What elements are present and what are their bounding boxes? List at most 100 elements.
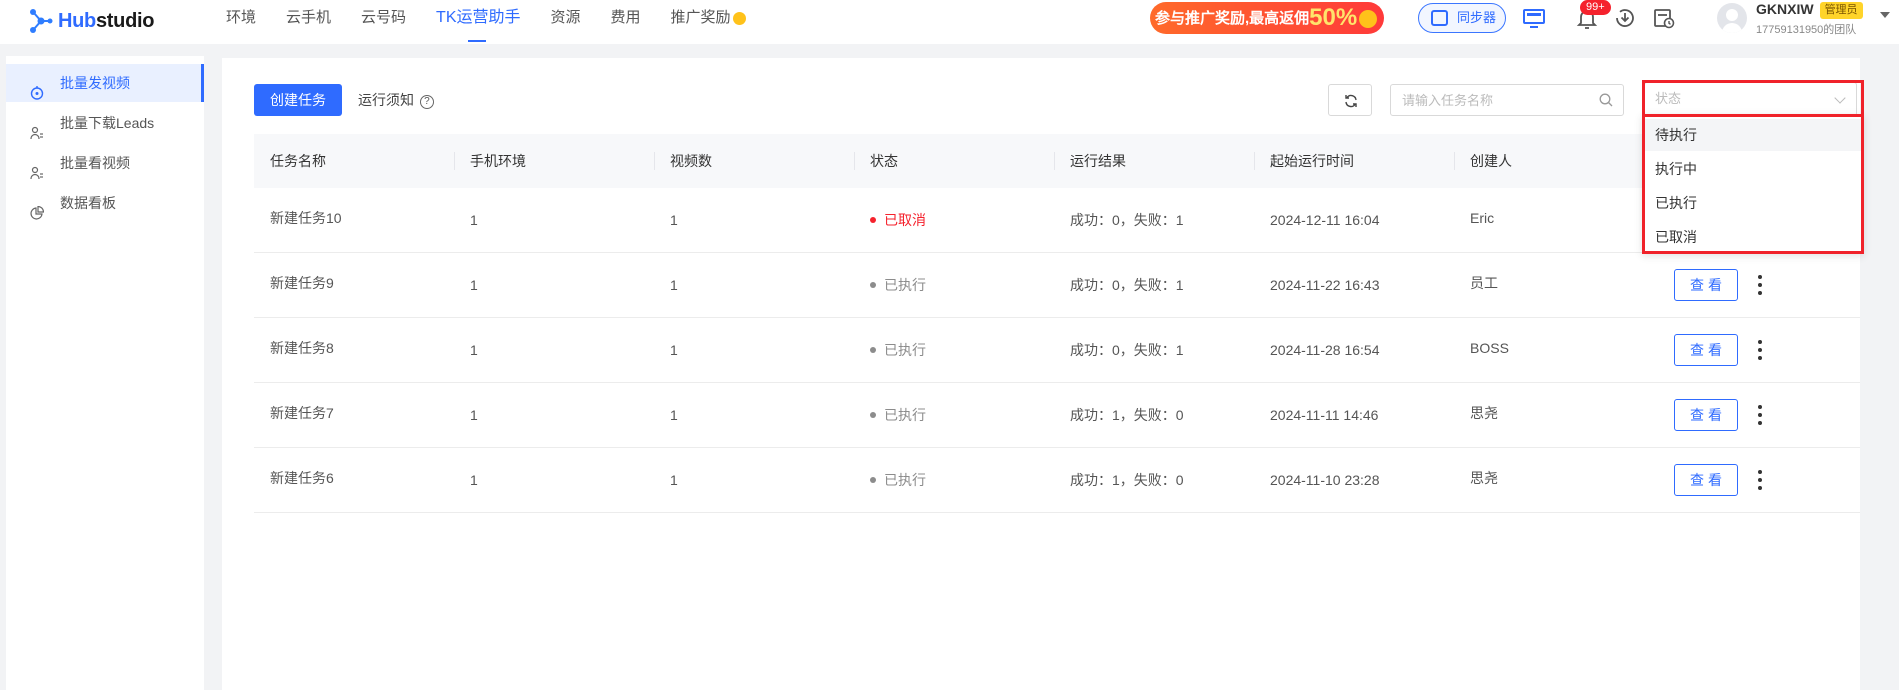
sidebar-item-data-dashboard[interactable]: 数据看板 [6,184,204,222]
status-text: 已执行 [884,277,926,293]
status-text: 已取消 [884,212,926,228]
status-cell: 已执行 [854,448,926,513]
more-actions-icon[interactable] [1754,403,1766,427]
start-time-cell: 2024-12-11 16:04 [1270,212,1380,228]
nav-item-referral-label: 推广奖励 [670,9,731,26]
status-cell: 已取消 [854,188,926,253]
synchronizer-icon [1431,10,1448,26]
start-time-cell: 2024-11-10 23:28 [1270,472,1380,488]
run-result-cell: 成功：0，失败：1 [1070,342,1184,358]
sidebar-item-label: 批量发视频 [60,75,130,91]
sidebar-item-label: 批量看视频 [60,155,130,171]
status-select-placeholder: 状态 [1655,91,1682,106]
phone-env-cell: 1 [470,472,478,488]
status-cell: 已执行 [854,318,926,383]
table-row: 新建任务8 1 1 已执行 成功：0，失败：1 2024-11-28 16:54… [254,318,1860,383]
user-name: GKNXIW 管理员 [1756,1,1863,19]
search-icon[interactable] [1599,93,1613,107]
phone-env-cell: 1 [470,342,478,358]
column-header-creator: 创建人 [1454,134,1512,188]
sidebar-item-batch-download-leads[interactable]: 批量下载Leads [6,104,204,142]
more-actions-icon[interactable] [1754,338,1766,362]
status-dot-icon [870,347,876,353]
nav-item-environment[interactable]: 环境 [226,0,256,44]
status-text: 已执行 [884,472,926,488]
task-name-cell: 新建任务7 [270,405,334,421]
video-post-icon [30,76,44,100]
user-avatar[interactable] [1717,3,1747,33]
schedule-icon[interactable] [1652,6,1676,30]
user-menu-caret-icon[interactable] [1880,12,1890,18]
refresh-button[interactable] [1328,84,1372,116]
video-count-cell: 1 [670,342,678,358]
phone-env-cell: 1 [470,407,478,423]
more-actions-icon[interactable] [1754,273,1766,297]
users-icon [30,116,44,140]
table-row: 新建任务7 1 1 已执行 成功：1，失败：0 2024-11-11 14:46… [254,383,1860,448]
nav-item-referral-rewards[interactable]: 推广奖励 [671,0,746,44]
nav-item-resources[interactable]: 资源 [551,0,581,44]
status-option-executed[interactable]: 已执行 [1645,187,1861,219]
run-notice-link[interactable]: 运行须知 ? [358,84,434,116]
status-dot-icon [870,217,876,223]
video-count-cell: 1 [670,407,678,423]
help-icon: ? [419,95,434,109]
view-button[interactable]: 查看 [1674,464,1738,496]
creator-cell: 员工 [1470,275,1498,291]
status-option-running[interactable]: 执行中 [1645,153,1861,185]
sidebar-item-label: 数据看板 [60,195,116,211]
user-name-text: GKNXIW [1756,1,1814,17]
status-dot-icon [870,477,876,483]
user-team: 17759131950的团队 [1756,24,1857,36]
view-button[interactable]: 查看 [1674,269,1738,301]
phone-env-cell: 1 [470,277,478,293]
task-table: 任务名称 手机环境 视频数 状态 运行结果 起始运行时间 创建人 新建任务10 … [254,134,1860,513]
creator-cell: BOSS [1470,340,1509,356]
task-name-cell: 新建任务8 [270,340,334,356]
more-actions-icon[interactable] [1754,468,1766,492]
run-result-cell: 成功：1，失败：0 [1070,472,1184,488]
download-icon[interactable] [1613,6,1637,30]
hubstudio-logo[interactable]: Hubstudio [28,6,154,36]
sidebar-item-batch-post-video[interactable]: 批量发视频 [6,64,204,102]
table-header: 任务名称 手机环境 视频数 状态 运行结果 起始运行时间 创建人 [254,134,1860,188]
coin-icon [732,11,746,25]
task-name-cell: 新建任务6 [270,470,334,486]
column-header-run-result: 运行结果 [1054,134,1126,188]
refresh-icon [1344,94,1358,111]
creator-cell: 思尧 [1470,405,1498,421]
video-count-cell: 1 [670,277,678,293]
creator-cell: 思尧 [1470,470,1498,486]
synchronizer-button[interactable]: 同步器 [1418,3,1506,33]
table-row: 新建任务9 1 1 已执行 成功：0，失败：1 2024-11-22 16:43… [254,253,1860,318]
sidebar-item-batch-watch-video[interactable]: 批量看视频 [6,144,204,182]
view-button[interactable]: 查看 [1674,399,1738,431]
users-icon [30,156,44,180]
column-header-start-time: 起始运行时间 [1254,134,1354,188]
nav-item-cloud-number[interactable]: 云号码 [361,0,406,44]
status-dot-icon [870,282,876,288]
column-header-phone-env: 手机环境 [454,134,526,188]
status-cell: 已执行 [854,383,926,448]
run-result-cell: 成功：0，失败：1 [1070,277,1184,293]
status-option-cancelled[interactable]: 已取消 [1645,221,1861,253]
nav-item-tk-assistant[interactable]: TK运营助手 [436,0,521,44]
notification-badge: 99+ [1580,0,1611,15]
create-task-button[interactable]: 创建任务 [254,84,342,116]
view-button[interactable]: 查看 [1674,334,1738,366]
sidebar-item-label: 批量下载Leads [60,115,155,131]
monitor-icon[interactable] [1522,6,1546,30]
phone-env-cell: 1 [470,212,478,228]
table-row: 新建任务10 1 1 已取消 成功：0，失败：1 2024-12-11 16:0… [254,188,1860,253]
task-search-input[interactable] [1391,85,1581,115]
status-option-pending[interactable]: 待执行 [1645,119,1861,151]
status-dot-icon [870,412,876,418]
status-select[interactable]: 状态 [1644,82,1857,116]
pie-chart-icon [30,196,45,220]
creator-cell: Eric [1470,210,1495,226]
promo-banner[interactable]: 参与推广奖励,最高返佣50% [1150,2,1384,34]
start-time-cell: 2024-11-28 16:54 [1270,342,1380,358]
nav-item-fees[interactable]: 费用 [611,0,641,44]
run-result-cell: 成功：1，失败：0 [1070,407,1184,423]
nav-item-cloud-phone[interactable]: 云手机 [286,0,331,44]
